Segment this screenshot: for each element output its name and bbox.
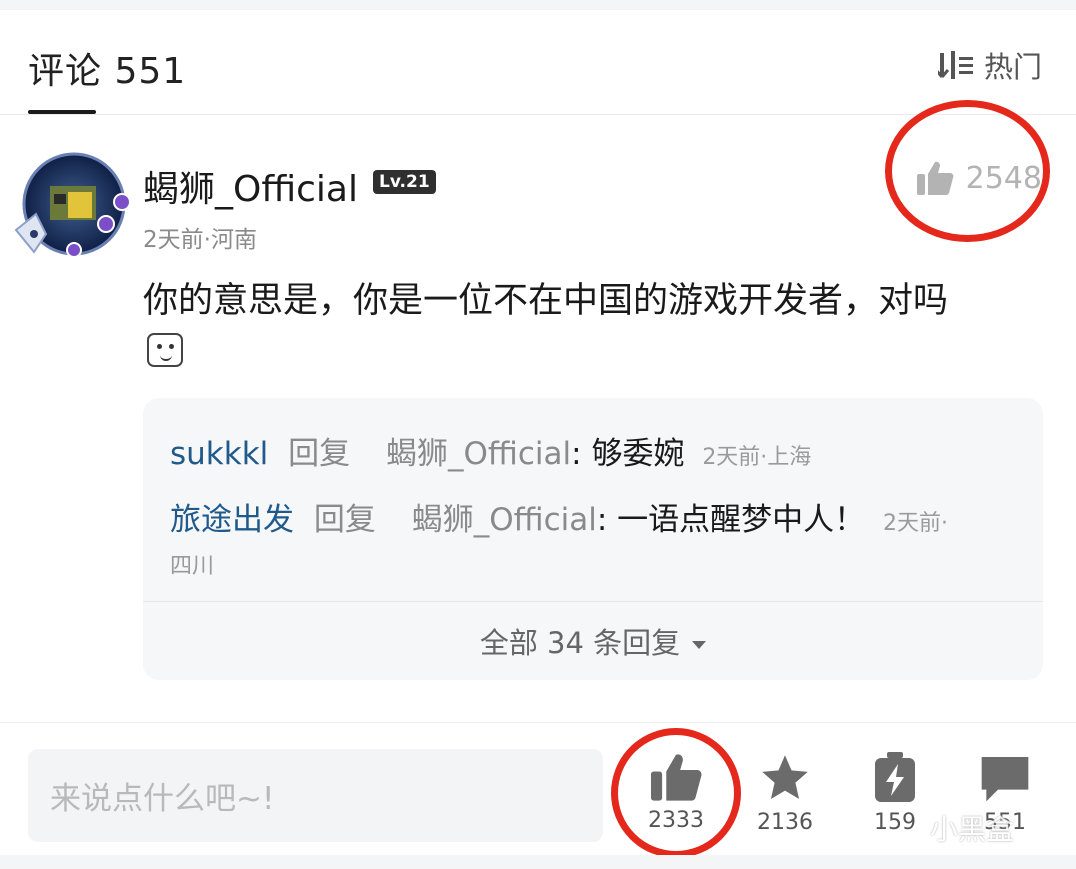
favorite-count: 2136 (757, 810, 813, 835)
reply-item[interactable]: 旅途出发 回复 蝎狮_Official: 一语点醒梦中人！ 2天前· (170, 494, 948, 539)
sort-icon (937, 51, 973, 79)
reply-target[interactable]: 蝎狮_Official (386, 436, 571, 472)
chat-bubble-icon (981, 757, 1029, 802)
red-annotation-circle (611, 728, 741, 858)
comment-text: 你的意思是，你是一位不在中国的游戏开发者，对吗 (143, 281, 949, 321)
red-annotation-circle (885, 100, 1050, 242)
bottom-band (0, 855, 1076, 869)
reply-text: : 一语点醒梦中人！ (596, 502, 866, 538)
reply-action: 回复 (288, 436, 351, 472)
reply-item[interactable]: sukkkl 回复 蝎狮_Official: 够委婉 2天前·上海 (170, 428, 811, 473)
reply-meta: 2天前· (883, 511, 949, 536)
reply-target[interactable]: 蝎狮_Official (412, 502, 597, 538)
favorite-button[interactable]: 2136 (735, 752, 835, 835)
bottom-divider (0, 722, 1076, 723)
comment-meta: 2天前·河南 (143, 227, 257, 253)
comments-title: 评论 551 (28, 51, 187, 92)
reply-action: 回复 (313, 502, 376, 538)
reply-user[interactable]: sukkkl (170, 436, 268, 472)
show-all-replies-label: 全部 34 条回复 (479, 626, 681, 660)
reply-text: : 够委婉 (571, 436, 685, 472)
comment-input[interactable]: 来说点什么吧~! (28, 749, 603, 842)
smiley-emoji-icon (147, 333, 183, 367)
avatar[interactable] (14, 152, 132, 260)
reply-panel: sukkkl 回复 蝎狮_Official: 够委婉 2天前·上海 旅途出发 回… (143, 398, 1043, 680)
reply-user[interactable]: 旅途出发 (170, 502, 294, 538)
caret-down-icon (692, 641, 707, 649)
sort-label: 热门 (983, 50, 1042, 84)
sort-hot-button[interactable]: 热门 (937, 44, 1042, 86)
reply-meta-location: 四川 (170, 554, 215, 579)
reply-meta: 2天前·上海 (702, 445, 812, 470)
watermark: 小黑盒 (930, 813, 1015, 846)
top-strip (0, 0, 1076, 10)
battery-bolt-icon (875, 752, 915, 802)
username[interactable]: 蝎狮_Official (143, 160, 358, 212)
reply-divider (143, 601, 1043, 602)
star-icon (762, 755, 808, 800)
show-all-replies-button[interactable]: 全部 34 条回复 (143, 620, 1043, 662)
level-badge: Lv.21 (373, 170, 436, 194)
